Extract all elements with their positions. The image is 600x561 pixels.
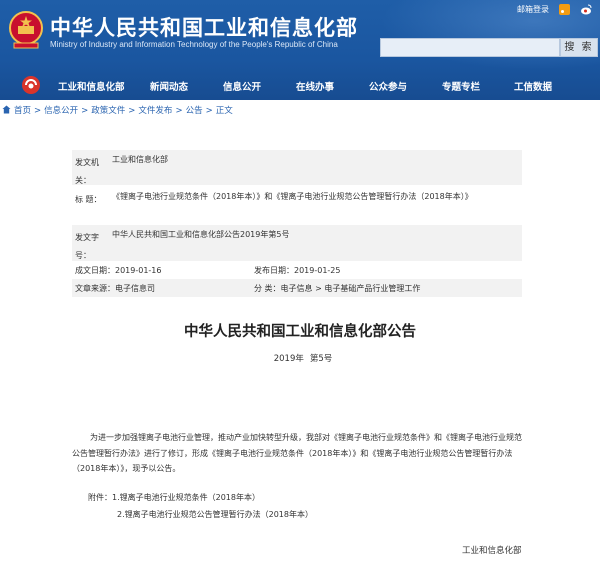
search-input[interactable] — [380, 38, 560, 57]
nav-item-special-topics[interactable]: 专题专栏 — [442, 79, 480, 93]
meta-source: 文章来源：电子信息司 — [75, 284, 155, 293]
breadcrumb-doc-release[interactable]: 文件发布 — [138, 106, 172, 116]
search-button[interactable]: 搜 索 — [560, 38, 598, 57]
attachment-link-2[interactable]: 2.锂离子电池行业规范公告管理暂行办法（2018年本） — [117, 510, 313, 519]
breadcrumb-trail: 首页 > 信息公开 > 政策文件 > 文件发布 > 公告 > 正文 — [14, 104, 233, 116]
meta-title-label: 标 题： — [75, 195, 102, 204]
site-subtitle: Ministry of Industry and Information Tec… — [50, 40, 338, 49]
document-signature: 工业和信息化部 — [462, 546, 522, 556]
document-body: 为进一步加强锂离子电池行业管理，推动产业加快转型升级，我部对《锂离子电池行业规范… — [72, 433, 522, 473]
attachment-link-1[interactable]: 1.锂离子电池行业规范条件（2018年本） — [112, 493, 260, 502]
site-header: 中华人民共和国工业和信息化部 Ministry of Industry and … — [0, 0, 600, 100]
nav-item-info-disclosure[interactable]: 信息公开 — [223, 79, 261, 93]
meta-category: 分 类：电子信息 > 电子基础产品行业管理工作 — [254, 284, 421, 293]
nav-item-public-participation[interactable]: 公众参与 — [369, 79, 407, 93]
attachment-item: 2.锂离子电池行业规范公告管理暂行办法（2018年本） — [117, 509, 313, 520]
main-nav: 工业和信息化部 新闻动态 信息公开 在线办事 公众参与 专题专栏 工信数据 — [0, 70, 600, 100]
meta-issuer-row: 发文机关： 工业和信息化部 — [72, 150, 522, 185]
nav-item-news[interactable]: 新闻动态 — [150, 79, 188, 93]
breadcrumb-separator: > — [205, 106, 213, 116]
breadcrumb-current: 正文 — [215, 106, 233, 116]
breadcrumb-home[interactable]: 首页 — [14, 106, 31, 116]
breadcrumb-separator: > — [81, 106, 89, 116]
meta-docno-label: 发文字号： — [75, 233, 99, 260]
home-icon — [2, 105, 11, 114]
nav-item-data[interactable]: 工信数据 — [514, 79, 552, 93]
meta-dates-row: 成文日期：2019-01-16 发布日期：2019-01-25 — [72, 261, 522, 279]
meta-issuer-label: 发文机关： — [75, 158, 99, 185]
meta-docno-row: 发文字号： 中华人民共和国工业和信息化部公告2019年第5号 — [72, 225, 522, 261]
document-number: 2019年 第5号 — [0, 352, 600, 364]
meta-published-date: 发布日期：2019-01-25 — [254, 266, 341, 275]
meta-title-value: 《锂离子电池行业规范条件（2018年本）》和《锂离子电池行业规范公告管理暂行办法… — [112, 192, 473, 201]
meta-created-date: 成文日期：2019-01-16 — [75, 266, 162, 275]
breadcrumb-separator: > — [175, 106, 183, 116]
mail-login-link[interactable]: 邮箱登录 — [517, 4, 549, 15]
breadcrumb-policy-docs[interactable]: 政策文件 — [91, 106, 125, 116]
attachments-label: 附件： — [88, 493, 112, 502]
nav-item-miit[interactable]: 工业和信息化部 — [58, 79, 125, 93]
meta-issuer-value: 工业和信息化部 — [112, 155, 168, 164]
document-issue-number: 第5号 — [309, 354, 333, 364]
meta-title-row: 标 题： 《锂离子电池行业规范条件（2018年本）》和《锂离子电池行业规范公告管… — [72, 187, 522, 224]
attachment-item: 附件：1.锂离子电池行业规范条件（2018年本） — [88, 492, 260, 503]
national-emblem-icon — [9, 11, 43, 49]
nav-logo-icon[interactable] — [20, 74, 42, 96]
rss-icon[interactable] — [559, 4, 570, 15]
breadcrumb-separator: > — [34, 106, 42, 116]
breadcrumb-separator: > — [128, 106, 136, 116]
document-year: 2019年 — [273, 354, 304, 364]
breadcrumb-info-disclosure[interactable]: 信息公开 — [44, 106, 78, 116]
utility-links: 邮箱登录 — [517, 4, 592, 15]
document-heading: 中华人民共和国工业和信息化部公告 — [184, 324, 416, 340]
meta-docno-value: 中华人民共和国工业和信息化部公告2019年第5号 — [112, 230, 290, 239]
weibo-icon[interactable] — [580, 4, 592, 15]
breadcrumb-announcements[interactable]: 公告 — [186, 106, 203, 116]
site-title[interactable]: 中华人民共和国工业和信息化部 — [50, 12, 358, 42]
meta-source-row: 文章来源：电子信息司 分 类：电子信息 > 电子基础产品行业管理工作 — [72, 279, 522, 297]
nav-item-online-services[interactable]: 在线办事 — [296, 79, 334, 93]
